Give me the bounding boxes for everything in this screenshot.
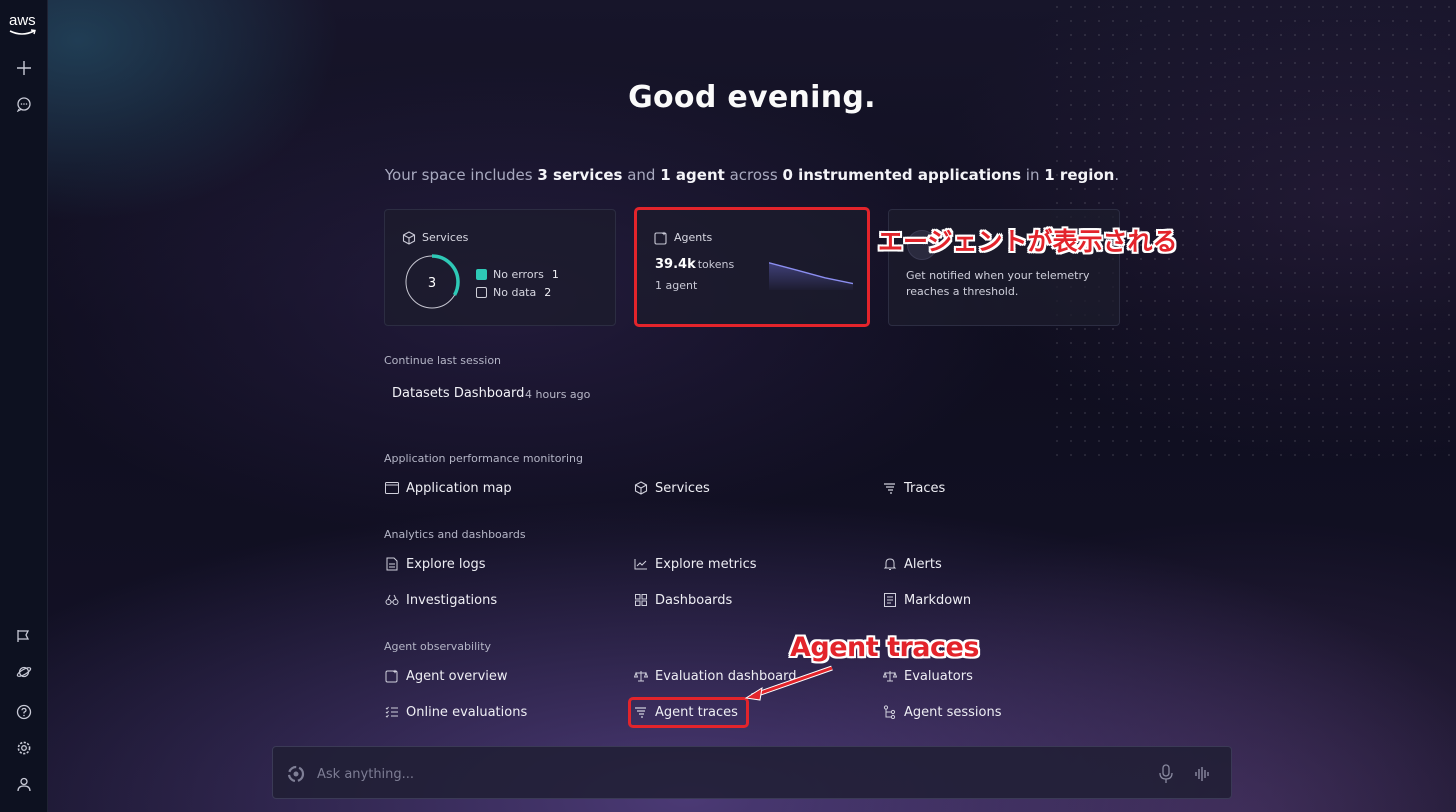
annotation-traces-note: Agent traces bbox=[790, 632, 979, 663]
services-total: 3 bbox=[428, 276, 436, 291]
markdown-icon bbox=[882, 592, 898, 608]
link-dashboards[interactable]: Dashboards bbox=[633, 590, 732, 610]
ask-anything-bar bbox=[272, 746, 1232, 799]
document-icon bbox=[384, 556, 400, 572]
space-summary: Your space includes 3 services and 1 age… bbox=[384, 166, 1120, 184]
link-explore-metrics[interactable]: Explore metrics bbox=[633, 554, 757, 574]
link-agent-sessions[interactable]: Agent sessions bbox=[882, 702, 1002, 722]
services-card[interactable]: Services 3 No errors 1 No data 2 bbox=[384, 209, 616, 326]
cube-icon bbox=[402, 230, 416, 249]
summary-apps-count: 0 instrumented applications bbox=[782, 166, 1022, 184]
annotation-arrow-icon bbox=[744, 665, 833, 701]
scale-icon bbox=[633, 668, 649, 684]
scale-icon bbox=[882, 668, 898, 684]
aws-logo-text: aws bbox=[9, 12, 36, 29]
services-donut-chart: 3 bbox=[404, 254, 460, 310]
services-legend: No errors 1 No data 2 bbox=[476, 265, 559, 301]
legend-no-data: No data 2 bbox=[476, 283, 559, 301]
user-icon[interactable] bbox=[12, 772, 36, 796]
sidebar: aws bbox=[0, 0, 48, 812]
link-online-evaluations[interactable]: Online evaluations bbox=[384, 702, 527, 722]
link-agent-overview[interactable]: Agent overview bbox=[384, 666, 508, 686]
assistant-logo-icon bbox=[286, 764, 306, 788]
analytics-heading: Analytics and dashboards bbox=[384, 528, 526, 541]
apm-heading: Application performance monitoring bbox=[384, 452, 583, 465]
announcement-icon[interactable] bbox=[12, 624, 36, 648]
voice-waveform-icon[interactable] bbox=[1194, 764, 1210, 788]
sessions-tree-icon bbox=[882, 704, 898, 720]
alerts-description: Get notified when your telemetry reaches… bbox=[906, 269, 1090, 298]
summary-services-count: 3 services bbox=[537, 166, 623, 184]
planet-icon[interactable] bbox=[12, 660, 36, 684]
cube-icon bbox=[633, 480, 649, 496]
agent-sparkle-icon bbox=[384, 668, 400, 684]
aws-logo[interactable]: aws bbox=[9, 12, 39, 37]
legend-no-errors: No errors 1 bbox=[476, 265, 559, 283]
link-evaluators[interactable]: Evaluators bbox=[882, 666, 973, 686]
microphone-icon[interactable] bbox=[1158, 764, 1174, 788]
session-time: 4 hours ago bbox=[525, 388, 591, 401]
greeting-title: Good evening. bbox=[628, 80, 876, 115]
help-icon[interactable] bbox=[12, 700, 36, 724]
services-card-title: Services bbox=[422, 231, 469, 244]
link-markdown[interactable]: Markdown bbox=[882, 590, 971, 610]
summary-regions-count: 1 region bbox=[1044, 166, 1115, 184]
annotation-agents-note: エージェントが表示される bbox=[878, 227, 1178, 256]
no-data-swatch bbox=[476, 286, 487, 298]
session-link-datasets-dashboard[interactable]: Datasets Dashboard bbox=[392, 386, 524, 401]
grid-icon bbox=[633, 592, 649, 608]
link-application-map[interactable]: Application map bbox=[384, 478, 512, 498]
agent-observability-heading: Agent observability bbox=[384, 640, 492, 653]
link-alerts[interactable]: Alerts bbox=[882, 554, 942, 574]
continue-session-heading: Continue last session bbox=[384, 354, 502, 367]
annotation-box-agents-card bbox=[634, 207, 870, 327]
plus-icon[interactable] bbox=[12, 56, 36, 80]
no-errors-swatch bbox=[476, 268, 487, 280]
traces-icon bbox=[882, 480, 898, 496]
bell-icon bbox=[882, 556, 898, 572]
aws-smile-icon bbox=[9, 29, 36, 35]
chat-icon[interactable] bbox=[12, 92, 36, 116]
ask-anything-input[interactable] bbox=[317, 763, 1137, 785]
link-explore-logs[interactable]: Explore logs bbox=[384, 554, 486, 574]
link-traces[interactable]: Traces bbox=[882, 478, 945, 498]
checklist-icon bbox=[384, 704, 400, 720]
map-icon bbox=[384, 480, 400, 496]
binoculars-icon bbox=[384, 592, 400, 608]
annotation-box-agent-traces bbox=[628, 697, 749, 728]
link-services[interactable]: Services bbox=[633, 478, 710, 498]
line-chart-icon bbox=[633, 556, 649, 572]
summary-agents-count: 1 agent bbox=[660, 166, 725, 184]
settings-gear-icon[interactable] bbox=[12, 736, 36, 760]
link-investigations[interactable]: Investigations bbox=[384, 590, 497, 610]
